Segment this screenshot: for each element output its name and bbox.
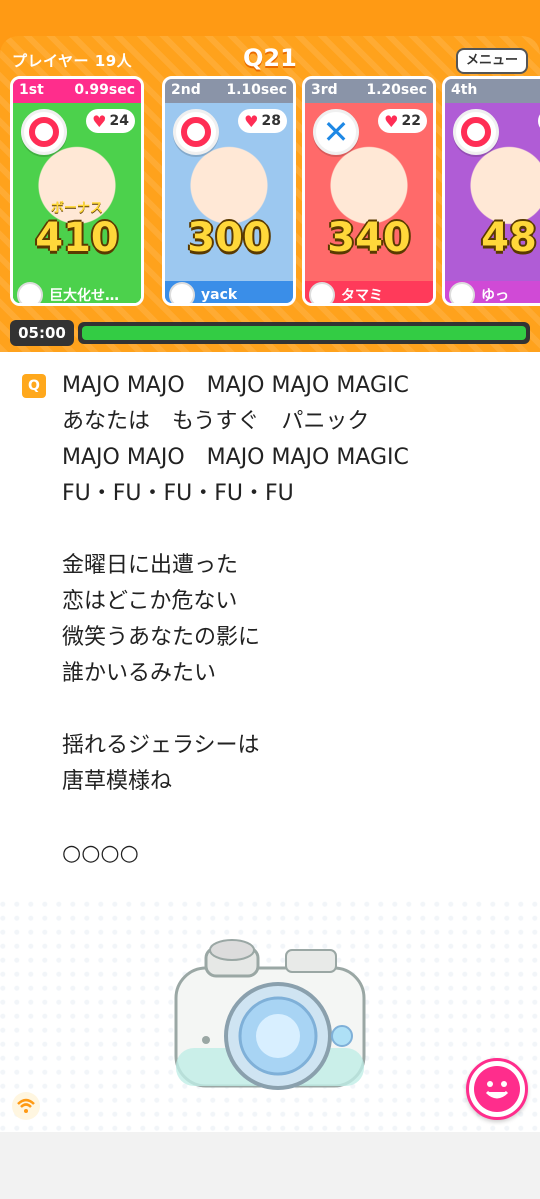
player-card[interactable]: 4th 1. ♥ 48 ゆっ (442, 76, 540, 306)
answer-time: 1.20sec (366, 82, 427, 98)
question-line: 微笑うあなたの影に (62, 625, 261, 650)
heart-icon: ♥ (92, 111, 107, 131)
correct-icon (453, 109, 499, 155)
timer-label: 05:00 (10, 320, 74, 346)
player-count: プレイヤー 19人 (12, 52, 133, 70)
card-header: 3rd 1.20sec (305, 79, 433, 103)
camera-icon[interactable] (166, 928, 374, 1098)
player-name: 巨大化せ… (49, 288, 119, 304)
player-name-bar: ゆっ (445, 281, 540, 304)
question-line: MAJO MAJO MAJO MAJO MAGIC (62, 373, 409, 398)
card-body: ♥ 28 300 yack (165, 103, 293, 303)
heart-icon: ♥ (244, 111, 259, 131)
timer-fill (82, 326, 526, 340)
player-score: 340 (327, 215, 411, 261)
question-text: MAJO MAJO MAJO MAJO MAGIC あなたは もうすぐ パニック M… (62, 368, 532, 872)
correct-icon (21, 109, 67, 155)
avatar (449, 282, 475, 303)
card-body: ♥ 24 ボーナス 410 巨大化せ… (13, 103, 141, 304)
player-name-bar: タマミ (305, 281, 433, 304)
player-name: yack (201, 287, 238, 303)
card-body: ♥ 48 ゆっ (445, 103, 540, 304)
question-line: あなたは もうすぐ パニック (62, 409, 370, 434)
avatar (17, 282, 43, 303)
question-line (62, 692, 532, 728)
answer-time: 1.10sec (226, 82, 287, 98)
question-line: 恋はどこか危ない (62, 589, 238, 614)
header: プレイヤー 19人 Q21 メニュー 1st 0.99sec ♥ 24 ボーナス… (0, 0, 540, 352)
quiz-screen: プレイヤー 19人 Q21 メニュー 1st 0.99sec ♥ 24 ボーナス… (0, 0, 540, 1199)
hearts-count: ♥ 22 (378, 109, 427, 133)
player-card[interactable]: 3rd 1.20sec ✕ ♥ 22 340 タマミ (302, 76, 436, 306)
correct-icon (173, 109, 219, 155)
player-cards: 1st 0.99sec ♥ 24 ボーナス 410 巨大化せ… 2nd 1.10… (0, 76, 540, 308)
connection-button[interactable] (12, 1092, 40, 1120)
question-number: Q21 (243, 44, 297, 72)
emoji-button[interactable] (466, 1058, 528, 1120)
player-score: 300 (187, 215, 271, 261)
avatar (169, 282, 195, 303)
timer: 05:00 (10, 320, 530, 346)
question-line: ○○○○ (62, 841, 139, 866)
card-body: ✕ ♥ 22 340 タマミ (305, 103, 433, 304)
player-name-bar: yack (165, 281, 293, 303)
card-header: 4th 1. (445, 79, 540, 103)
question-line: 誰かいるみたい (62, 661, 217, 686)
player-name: ゆっ (481, 288, 509, 304)
hearts-value: 28 (261, 113, 281, 129)
player-score: 410 (35, 215, 119, 261)
player-card[interactable]: 2nd 1.10sec ♥ 28 300 yack (162, 76, 296, 306)
answer-time: 0.99sec (74, 82, 135, 98)
question-badge: Q (22, 374, 46, 398)
bonus-label: ボーナス (50, 201, 103, 216)
player-rank: 1st (19, 82, 44, 98)
player-rank: 3rd (311, 82, 338, 98)
question-line: 金曜日に出遭った (62, 553, 239, 578)
question-line: 揺れるジェラシーは (62, 733, 260, 758)
bottom-bar (0, 1132, 540, 1199)
hearts-value: 22 (401, 113, 421, 129)
player-card[interactable]: 1st 0.99sec ♥ 24 ボーナス 410 巨大化せ… (10, 76, 144, 306)
timer-bar (78, 322, 530, 344)
card-header: 2nd 1.10sec (165, 79, 293, 103)
hearts-count: ♥ 28 (238, 109, 287, 133)
card-header: 1st 0.99sec (13, 79, 141, 103)
avatar (309, 282, 335, 303)
player-name: タマミ (341, 288, 383, 304)
wrong-icon: ✕ (313, 109, 359, 155)
menu-button[interactable]: メニュー (456, 48, 528, 74)
player-rank: 2nd (171, 82, 201, 98)
wifi-icon (17, 1098, 35, 1113)
hearts-value: 24 (109, 113, 129, 129)
player-rank: 4th (451, 82, 478, 98)
smile-emoji-icon (474, 1066, 520, 1112)
question-line: FU・FU・FU・FU・FU (62, 481, 294, 506)
question-line (62, 512, 532, 548)
question-line (62, 800, 532, 836)
question-line: 唐草模様ね (62, 769, 173, 794)
question-line: MAJO MAJO MAJO MAJO MAGIC (62, 445, 409, 470)
hearts-count: ♥ 24 (86, 109, 135, 133)
heart-icon: ♥ (384, 111, 399, 131)
player-name-bar: 巨大化せ… (13, 281, 141, 304)
player-score: 48 (481, 215, 537, 261)
